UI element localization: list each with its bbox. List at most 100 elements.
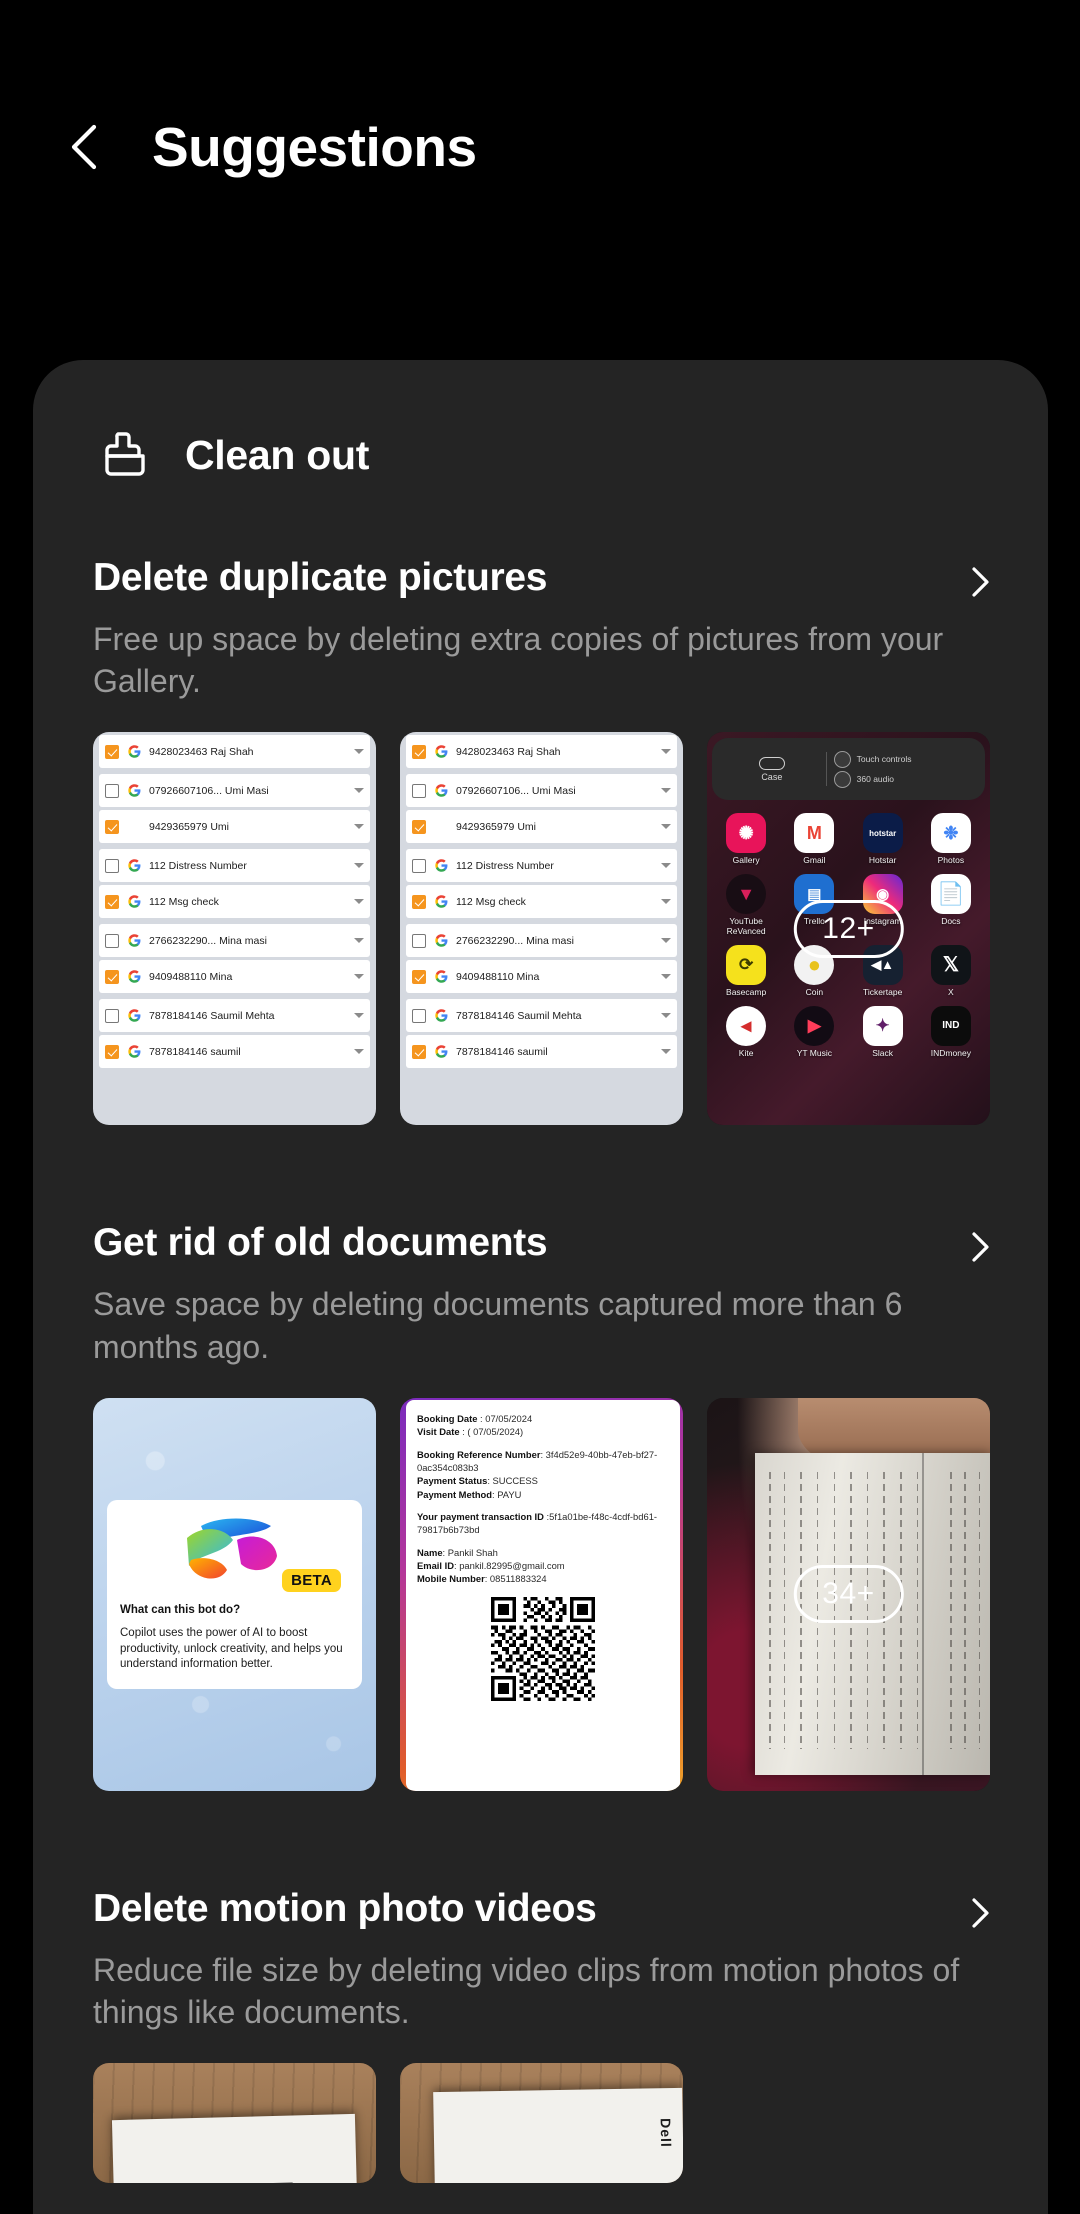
- suggestion-delete-motion-photo-videos[interactable]: Delete motion photo videos Reduce file s…: [33, 1887, 1048, 2184]
- app-label: Kite: [738, 1047, 754, 1058]
- receipt-value: : ( 07/05/2024): [459, 1426, 524, 1438]
- thumbnail-desk-document-1[interactable]: [93, 2063, 376, 2184]
- beta-badge: BETA: [282, 1569, 341, 1593]
- touch-controls-icon: [833, 750, 851, 768]
- checkbox-unchecked-icon: [412, 933, 426, 948]
- audio-360-icon: [833, 770, 851, 788]
- thumbnail-desk-document-2[interactable]: Dell: [400, 2063, 683, 2184]
- contact-row: 7878184146 Saumil Mehta: [406, 999, 677, 1033]
- app-basecamp: ⟳ Basecamp: [712, 940, 780, 998]
- receipt-value: : 07/05/2024: [477, 1412, 533, 1424]
- thumbnail-booking-receipt[interactable]: Booking Date : 07/05/2024 Visit Date : (…: [400, 1397, 683, 1791]
- document-brand-label: Dell: [657, 2117, 675, 2148]
- receipt-label: Booking Date: [417, 1412, 478, 1424]
- checkbox-unchecked-icon: [105, 933, 119, 948]
- suggestion-title: Delete motion photo videos: [93, 1886, 597, 1930]
- thumbnail-row: Dell: [93, 2063, 1048, 2184]
- thumbnail-home-screen[interactable]: Case Touch controls 360 audio ✺ Gallery …: [707, 732, 990, 1126]
- chevron-right-icon[interactable]: [960, 1227, 1000, 1267]
- contact-row: 2766232290... Mina masi: [99, 924, 370, 958]
- app-label: Coin: [805, 986, 824, 997]
- contact-row: 9428023463 Raj Shah: [99, 735, 370, 769]
- thumbnail-copilot-card[interactable]: BETA What can this bot do? Copilot uses …: [93, 1397, 376, 1791]
- suggestion-get-rid-of-old-documents[interactable]: Get rid of old documents Save space by d…: [33, 1221, 1048, 1791]
- media-widget: Case Touch controls 360 audio: [712, 738, 985, 801]
- thumbnail-contacts-list-1[interactable]: 9428023463 Raj Shah 07926607106... Umi M…: [93, 732, 376, 1126]
- youtube-revanced-icon: ▼: [726, 874, 767, 915]
- chevron-down-icon: [661, 788, 671, 794]
- thumbnail-contacts-list-2[interactable]: 9428023463 Raj Shah 07926607106... Umi M…: [400, 732, 683, 1126]
- google-icon: [435, 859, 448, 873]
- widget-option-label: Touch controls: [856, 754, 912, 765]
- copilot-body: Copilot uses the power of AI to boost pr…: [120, 1627, 343, 1671]
- receipt-value: : 08511883324: [484, 1573, 547, 1585]
- receipt-label: Booking Reference Number: [417, 1448, 541, 1460]
- checkbox-unchecked-icon: [105, 1008, 119, 1023]
- chevron-down-icon: [661, 1013, 671, 1019]
- app-label: YT Music: [796, 1047, 833, 1058]
- google-icon: [435, 895, 448, 909]
- thumbnail-passbook-photo[interactable]: 34+: [707, 1397, 990, 1791]
- contact-name: 9429365979 Umi: [456, 820, 536, 833]
- widget-option: Touch controls: [833, 750, 979, 768]
- app-label: Docs: [941, 916, 961, 927]
- checkbox-checked-icon: [105, 744, 119, 759]
- home-screen-preview: Case Touch controls 360 audio ✺ Gallery …: [707, 732, 990, 1125]
- app-header: Suggestions: [0, 72, 1080, 222]
- back-button[interactable]: [58, 119, 114, 175]
- receipt-label: Payment Method: [417, 1488, 493, 1500]
- chevron-down-icon: [354, 1013, 364, 1019]
- widget-case-section: Case: [718, 756, 826, 782]
- thumbnail-row: 9428023463 Raj Shah 07926607106... Umi M…: [93, 732, 1048, 1126]
- checkbox-unchecked-icon: [105, 858, 119, 873]
- chevron-down-icon: [354, 938, 364, 944]
- chevron-left-icon: [71, 124, 97, 170]
- suggestion-description: Free up space by deleting extra copies o…: [93, 621, 944, 700]
- desk-photo: Dell: [400, 2063, 683, 2184]
- google-photos-icon: ❉: [930, 813, 971, 854]
- google-icon: [435, 1045, 448, 1059]
- gallery-icon: ✺: [726, 813, 767, 854]
- group-title: Clean out: [185, 431, 370, 478]
- google-icon: [128, 784, 141, 798]
- contact-name: 9409488110 Mina: [456, 970, 540, 983]
- suggestion-header: Delete duplicate pictures: [93, 556, 1048, 602]
- contact-name: 9429365979 Umi: [149, 820, 229, 833]
- receipt-line: Booking Date : 07/05/2024: [417, 1412, 669, 1425]
- suggestion-title: Get rid of old documents: [93, 1221, 548, 1265]
- contacts-list: 9428023463 Raj Shah 07926607106... Umi M…: [400, 732, 683, 1126]
- contact-row: 112 Msg check: [406, 885, 677, 919]
- app-gallery: ✺ Gallery: [712, 808, 780, 866]
- receipt-line: Booking Reference Number: 3f4d52e9-40bb-…: [417, 1448, 669, 1475]
- contact-row: 07926607106... Umi Masi: [99, 774, 370, 808]
- app-x: 𝕏 X: [917, 940, 985, 998]
- copilot-logo-icon: [186, 1518, 277, 1579]
- google-icon: [435, 970, 448, 984]
- contact-row: 9428023463 Raj Shah: [406, 735, 677, 769]
- app-label: YouTube ReVanced: [726, 916, 766, 936]
- receipt-line: Your payment transaction ID :5f1a01be-f4…: [417, 1510, 669, 1537]
- app-indmoney: IND INDmoney: [917, 1001, 985, 1059]
- google-icon: [435, 934, 448, 948]
- contact-row: 112 Msg check: [99, 885, 370, 919]
- checkbox-unchecked-icon: [412, 783, 426, 798]
- suggestion-delete-duplicate-pictures[interactable]: Delete duplicate pictures Free up space …: [33, 556, 1048, 1126]
- contact-name: 112 Msg check: [149, 895, 219, 908]
- suggestion-header: Delete motion photo videos: [93, 1887, 1048, 1933]
- contacts-list: 9428023463 Raj Shah 07926607106... Umi M…: [93, 732, 376, 1126]
- app-youtube-revanced: ▼ YouTube ReVanced: [712, 869, 780, 937]
- thumbnail-row: BETA What can this bot do? Copilot uses …: [93, 1397, 1048, 1791]
- contact-row: 2766232290... Mina masi: [406, 924, 677, 958]
- booking-receipt-screenshot: Booking Date : 07/05/2024 Visit Date : (…: [400, 1397, 683, 1791]
- chevron-right-icon[interactable]: [960, 562, 1000, 602]
- contact-name: 7878184146 saumil: [149, 1045, 241, 1058]
- receipt-label: Name: [417, 1546, 443, 1558]
- chevron-down-icon: [661, 863, 671, 869]
- copilot-question: What can this bot do?: [120, 1604, 241, 1617]
- chevron-right-icon[interactable]: [960, 1893, 1000, 1933]
- document-text-block: [186, 2182, 294, 2184]
- page-title: Suggestions: [152, 116, 477, 178]
- contact-name: 7878184146 Saumil Mehta: [456, 1009, 582, 1022]
